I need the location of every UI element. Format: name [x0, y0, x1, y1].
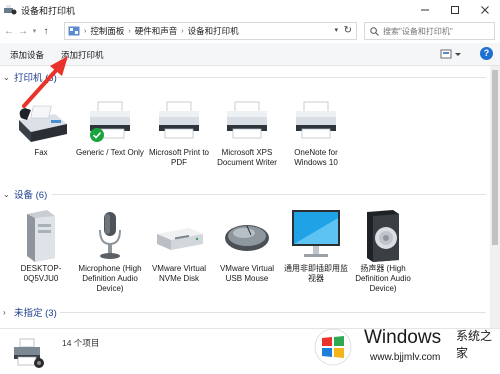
device-label: Microsoft Print to PDF	[148, 148, 209, 167]
device-label: 扬声器 (High Definition Audio Device)	[355, 264, 411, 293]
chevron-down-icon[interactable]: ⌄	[3, 190, 11, 199]
device-label: DESKTOP-0Q5VJU0	[20, 264, 62, 283]
device-tile-microphone[interactable]: Microphone (High Definition Audio Device…	[75, 208, 145, 294]
device-tile-usb-mouse[interactable]: VMware Virtual USB Mouse	[212, 208, 282, 284]
arrow-left-icon: ←	[4, 25, 14, 37]
device-label: Generic / Text Only	[76, 148, 144, 157]
chevron-right-icon: ›	[84, 27, 87, 35]
device-label: Microphone (High Definition Audio Device…	[78, 264, 142, 293]
help-button[interactable]: ?	[480, 47, 493, 60]
chevron-down-icon: ▾	[32, 28, 37, 35]
chevron-right-icon[interactable]: ›	[181, 28, 183, 35]
windows-logo-icon	[314, 328, 352, 366]
hard-disk-icon	[149, 208, 209, 262]
device-tile-microsoft-xps-document-writer[interactable]: Microsoft XPS Document Writer	[212, 98, 282, 168]
close-button[interactable]	[470, 0, 500, 20]
section-divider	[52, 194, 486, 195]
scrollbar-thumb[interactable]	[492, 70, 498, 245]
watermark-brand: Windows	[364, 327, 442, 348]
minimize-icon	[421, 9, 429, 11]
minimize-button[interactable]	[410, 0, 440, 20]
section-divider	[56, 77, 486, 78]
arrow-up-icon: ↑	[43, 25, 49, 37]
search-box[interactable]	[364, 22, 495, 40]
device-tile-monitor[interactable]: 通用非即插即用监视器	[281, 208, 351, 284]
forward-button[interactable]: →	[16, 23, 30, 39]
search-input[interactable]	[383, 26, 493, 36]
device-tile-desktop[interactable]: DESKTOP-0Q5VJU0	[6, 208, 76, 284]
breadcrumb-control-panel[interactable]: 控制面板	[90, 25, 124, 37]
mouse-icon	[217, 208, 277, 262]
up-button[interactable]: ↑	[39, 23, 53, 39]
address-bar[interactable]: › 控制面板 › 硬件和声音 › 设备和打印机 ▾ ↻	[64, 22, 357, 40]
arrow-right-icon: →	[18, 25, 28, 37]
recent-locations-button[interactable]: ▾	[30, 23, 39, 39]
device-tile-onenote-for-windows-10[interactable]: OneNote for Windows 10	[281, 98, 351, 168]
device-tile-speaker[interactable]: 扬声器 (High Definition Audio Device)	[348, 208, 418, 294]
chevron-right-icon[interactable]: ›	[3, 308, 11, 317]
search-icon	[370, 26, 379, 36]
address-dropdown-icon[interactable]: ▾	[334, 26, 338, 34]
devices-printers-large-icon	[12, 337, 46, 369]
device-label: OneNote for Windows 10	[294, 148, 338, 167]
device-label: Microsoft XPS Document Writer	[217, 148, 277, 167]
window-title: 设备和打印机	[21, 5, 76, 16]
help-icon: ?	[483, 48, 490, 58]
default-check-icon	[90, 128, 104, 142]
breadcrumb-hardware-sound[interactable]: 硬件和声音	[135, 25, 178, 37]
annotation-arrow-icon	[22, 56, 68, 108]
monitor-icon	[286, 208, 346, 262]
maximize-icon	[451, 6, 459, 14]
view-options-icon	[440, 49, 461, 59]
back-button[interactable]: ←	[2, 23, 16, 39]
vertical-scrollbar[interactable]	[490, 66, 500, 328]
printer-icon	[80, 98, 140, 146]
printer-icon	[217, 98, 277, 146]
control-panel-icon	[68, 26, 80, 36]
unspecified-section-header[interactable]: › 未指定 (3)	[0, 305, 490, 319]
watermark-site-name: 系统之家	[456, 329, 493, 360]
device-label: VMware Virtual NVMe Disk	[151, 264, 207, 283]
item-count: 14 个项目	[62, 338, 100, 348]
change-view-button[interactable]	[440, 48, 462, 60]
watermark: Windows 系统之家 www.bjjmlv.com	[308, 322, 498, 372]
refresh-icon[interactable]: ↻	[344, 25, 352, 36]
close-icon	[481, 6, 489, 14]
maximize-button[interactable]	[440, 0, 470, 20]
device-label: 通用非即插即用监视器	[284, 264, 348, 283]
devices-printers-app-icon	[3, 4, 17, 16]
devices-section-header[interactable]: ⌄ 设备 (6)	[0, 187, 490, 201]
navigation-row: ← → ▾ ↑ › 控制面板 › 硬件和声音 › 设备和打印机 ▾ ↻	[0, 20, 500, 42]
printer-icon	[286, 98, 346, 146]
microphone-icon	[80, 208, 140, 262]
breadcrumb-devices-printers[interactable]: 设备和打印机	[188, 25, 239, 37]
device-label: Fax	[34, 148, 48, 157]
chevron-right-icon[interactable]: ›	[128, 28, 130, 35]
printer-icon	[149, 98, 209, 146]
device-tile-microsoft-print-to-pdf[interactable]: Microsoft Print to PDF	[144, 98, 214, 168]
device-tile-generic-text-only[interactable]: Generic / Text Only	[75, 98, 145, 158]
device-label: VMware Virtual USB Mouse	[219, 264, 275, 283]
unspecified-section-label: 未指定 (3)	[14, 308, 57, 319]
watermark-url: www.bjjmlv.com	[370, 352, 441, 363]
device-tile-nvme-disk[interactable]: VMware Virtual NVMe Disk	[144, 208, 214, 284]
section-divider	[60, 312, 486, 313]
devices-section-label: 设备 (6)	[14, 190, 48, 201]
chevron-down-icon[interactable]: ⌄	[3, 73, 11, 82]
computer-tower-icon	[11, 208, 71, 262]
speaker-icon	[353, 208, 413, 262]
title-bar: 设备和打印机	[0, 0, 500, 20]
